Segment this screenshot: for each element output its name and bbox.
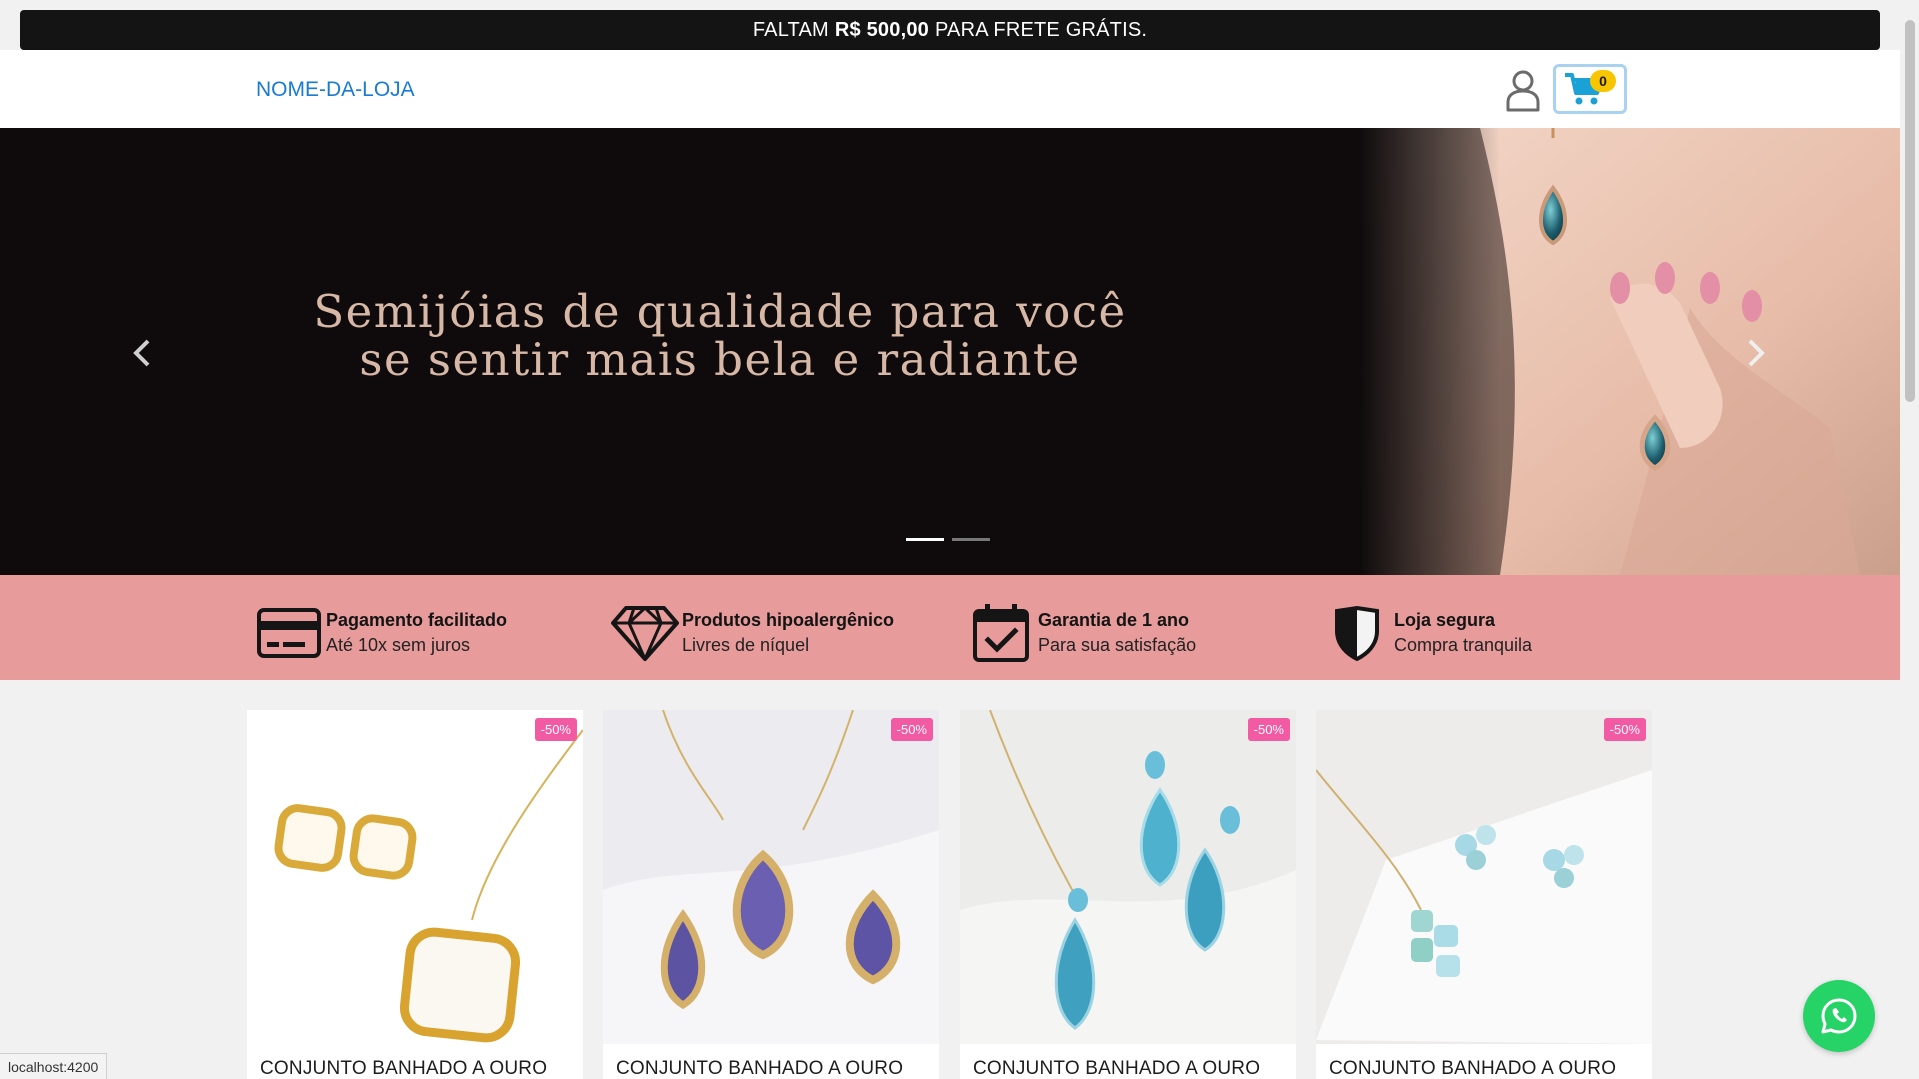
status-bar-url: localhost:4200 <box>0 1053 108 1079</box>
cart-count-badge: 0 <box>1590 70 1616 92</box>
product-image <box>247 710 583 1044</box>
product-image <box>603 710 939 1044</box>
whatsapp-icon <box>1821 998 1857 1034</box>
notice-amount: R$ 500,00 <box>834 18 929 41</box>
product-card[interactable]: -50% CONJUNTO BANHADO A OURO <box>603 710 939 1079</box>
hero-model-photo <box>1360 128 1900 575</box>
feature-secure-store: Loja segura Compra tranquila <box>1322 605 1532 661</box>
product-name[interactable]: CONJUNTO BANHADO A OURO <box>616 1058 936 1079</box>
carousel-prev-button[interactable] <box>120 328 164 378</box>
account-button[interactable] <box>1502 66 1544 114</box>
hero-headline: Semijóias de qualidade para você se sent… <box>313 285 1127 386</box>
feature-payment: Pagamento facilitado Até 10x sem juros <box>254 605 507 661</box>
page-scrollbar[interactable] <box>1900 0 1919 1079</box>
carousel-indicator-1[interactable] <box>906 538 944 541</box>
carousel-indicators <box>906 538 990 541</box>
feature-subtitle: Livres de níquel <box>682 635 810 655</box>
feature-warranty: Garantia de 1 ano Para sua satisfação <box>966 604 1197 662</box>
chevron-left-icon <box>133 339 150 367</box>
user-icon <box>1506 70 1540 112</box>
site-header: NOME-DA-LOJA 0 <box>0 50 1900 128</box>
product-card[interactable]: -50% CONJUNTO BANHADO A OURO <box>247 710 583 1079</box>
feature-subtitle: Até 10x sem juros <box>326 635 471 655</box>
carousel-indicator-2[interactable] <box>952 538 990 541</box>
product-name[interactable]: CONJUNTO BANHADO A OURO <box>1329 1058 1649 1079</box>
free-shipping-notice: FALTAM R$ 500,00 PARA FRETE GRÁTIS. <box>20 10 1880 50</box>
product-image <box>1316 710 1652 1044</box>
product-image <box>960 710 1296 1044</box>
model-jewelry-illustration <box>1360 128 1900 575</box>
credit-card-icon <box>257 608 321 658</box>
hero-carousel: Semijóias de qualidade para você se sent… <box>0 128 1900 575</box>
features-band: Pagamento facilitado Até 10x sem juros P… <box>0 575 1900 680</box>
discount-badge: -50% <box>890 718 933 741</box>
cart-button[interactable]: 0 <box>1553 64 1627 114</box>
feature-title: Produtos hipoalergênico <box>682 610 895 630</box>
feature-subtitle: Para sua satisfação <box>1038 635 1197 655</box>
scrollbar-thumb[interactable] <box>1905 20 1915 402</box>
product-name[interactable]: CONJUNTO BANHADO A OURO <box>260 1058 580 1079</box>
feature-title: Pagamento facilitado <box>326 610 508 630</box>
feature-subtitle: Compra tranquila <box>1394 635 1533 655</box>
calendar-check-icon <box>973 604 1029 662</box>
product-card[interactable]: -50% CONJUNTO BANHADO A OURO <box>1316 710 1652 1079</box>
product-card[interactable]: -50% CONJUNTO BANHADO A OURO <box>960 710 1296 1079</box>
feature-hypoallergenic: Produtos hipoalergênico Livres de níquel <box>610 605 894 661</box>
discount-badge: -50% <box>534 718 577 741</box>
chevron-right-icon <box>1748 339 1765 367</box>
feature-title: Loja segura <box>1394 610 1496 630</box>
feature-title: Garantia de 1 ano <box>1038 610 1190 630</box>
carousel-next-button[interactable] <box>1734 328 1778 378</box>
notice-prefix: FALTAM <box>752 18 829 41</box>
discount-badge: -50% <box>1247 718 1290 741</box>
store-name-link[interactable]: NOME-DA-LOJA <box>256 78 415 102</box>
diamond-icon <box>611 606 679 661</box>
product-name[interactable]: CONJUNTO BANHADO A OURO <box>973 1058 1293 1079</box>
discount-badge: -50% <box>1603 718 1646 741</box>
notice-suffix: PARA FRETE GRÁTIS. <box>934 18 1148 41</box>
shield-icon <box>1335 605 1379 661</box>
whatsapp-button[interactable] <box>1803 980 1875 1052</box>
